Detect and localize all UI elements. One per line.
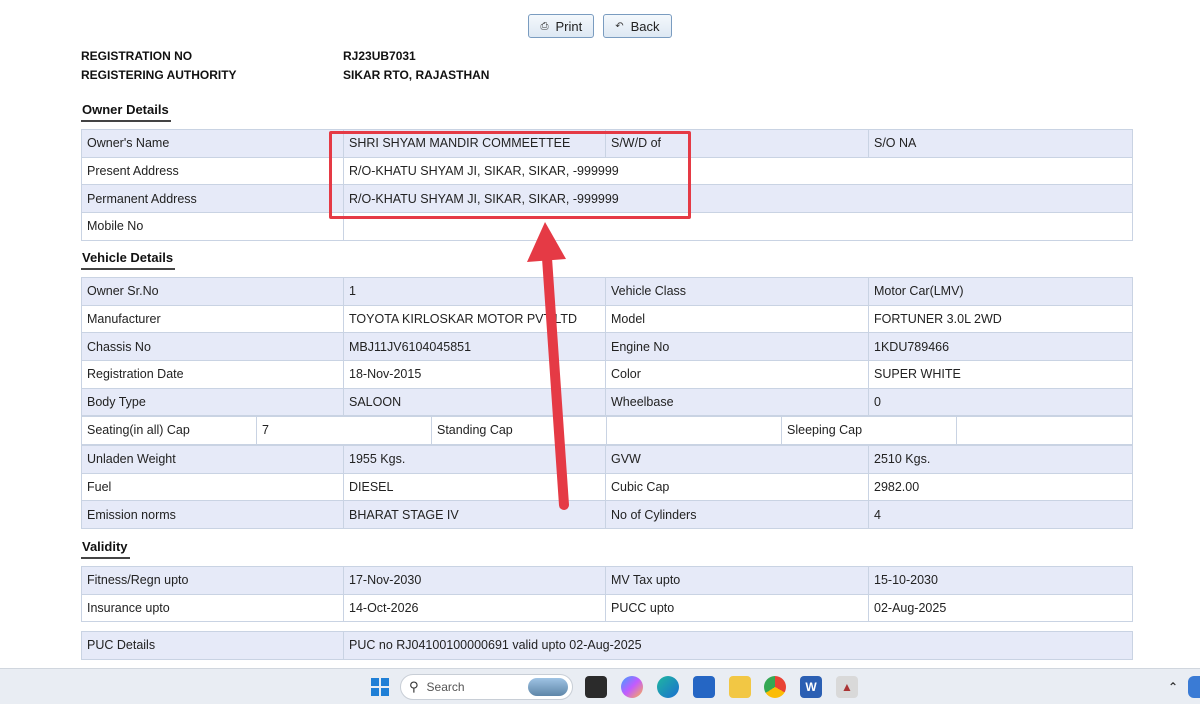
chevron-up-icon[interactable]: ⌃ [1162, 676, 1184, 698]
search-icon: ⚲ [409, 679, 419, 694]
windows-start-icon[interactable] [369, 676, 391, 698]
search-highlight-image [528, 678, 568, 696]
chrome-browser-icon[interactable] [764, 676, 786, 698]
copilot-icon[interactable] [621, 676, 643, 698]
arrow-shaft [542, 253, 569, 510]
taskbar-search-input[interactable]: ⚲ Search [400, 674, 573, 700]
microsoft-store-icon[interactable] [693, 676, 715, 698]
arrow-head [527, 222, 566, 262]
annotation-arrow [527, 222, 569, 510]
edge-browser-icon[interactable] [657, 676, 679, 698]
search-placeholder: Search [426, 680, 465, 694]
tray-app-icon[interactable] [1188, 676, 1200, 698]
pdf-app-icon[interactable]: ▲ [836, 676, 858, 698]
file-explorer-icon[interactable] [729, 676, 751, 698]
taskbar: ⚲ Search W ▲ ⌃ [0, 668, 1200, 704]
task-view-icon[interactable] [585, 676, 607, 698]
word-app-icon[interactable]: W [800, 676, 822, 698]
